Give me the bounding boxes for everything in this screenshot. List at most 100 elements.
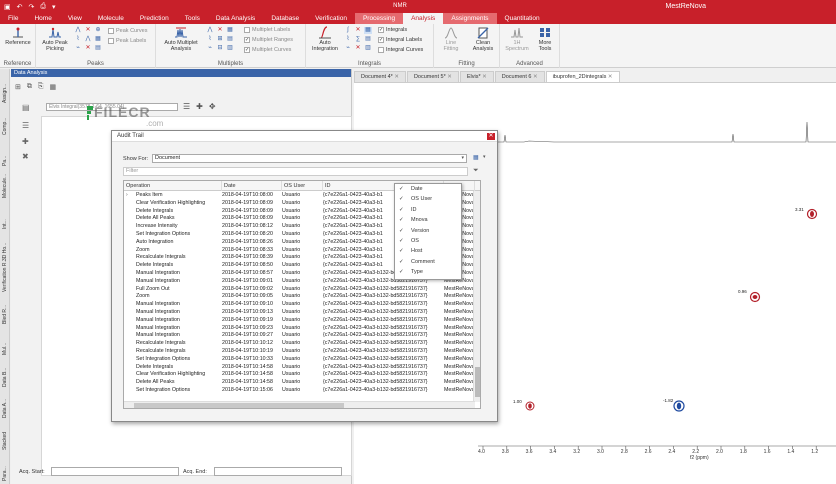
- integral-tool-icon[interactable]: ▦: [364, 27, 372, 34]
- close-icon[interactable]: ✕: [446, 74, 452, 80]
- close-icon[interactable]: ✕: [531, 74, 538, 80]
- integral-region[interactable]: [525, 401, 535, 411]
- column-header-date[interactable]: Date: [222, 181, 282, 191]
- column-menu-item[interactable]: ✓ Version: [395, 226, 461, 236]
- multiplet-tool-icon[interactable]: ▥: [226, 45, 234, 52]
- multiplet-delete-icon[interactable]: ✕: [216, 27, 224, 34]
- integral-region[interactable]: [749, 291, 761, 303]
- new-table-icon[interactable]: ⊞: [15, 83, 21, 91]
- peak-labels-check[interactable]: Peak Labels: [108, 38, 146, 44]
- integral-tool-icon[interactable]: ∑: [354, 36, 362, 43]
- table-row[interactable]: Delete All Peaks 2018-04-19T10:14:58 Usuar…: [124, 379, 480, 387]
- peak-delete-icon[interactable]: ✕: [84, 45, 92, 52]
- list-icon[interactable]: ☰: [22, 121, 29, 130]
- multiplet-tool-icon[interactable]: ⌇: [206, 36, 214, 43]
- scrollbar-thumb[interactable]: [134, 403, 344, 408]
- integral-region[interactable]: [673, 400, 685, 412]
- checkbox[interactable]: ✓: [244, 47, 250, 53]
- tab-molecule[interactable]: Molecule: [90, 13, 132, 24]
- table-row[interactable]: Full Zoom Out 2018-04-19T10:09:02 Usuario {…: [124, 286, 480, 294]
- integral-labels-check[interactable]: ✓ Integral Labels: [378, 37, 422, 43]
- peak-delete-icon[interactable]: ✕: [84, 27, 92, 34]
- column-menu-item[interactable]: ✓ Comment: [395, 257, 461, 267]
- chevron-down-icon[interactable]: ▾: [483, 154, 489, 160]
- tab-home[interactable]: Home: [26, 13, 59, 24]
- multiplet-ranges-check[interactable]: ✓ Multiplet Ranges: [244, 37, 293, 43]
- acq-end-field[interactable]: [214, 467, 342, 476]
- tab-file[interactable]: File: [0, 13, 26, 24]
- column-menu-item[interactable]: ✓ OS: [395, 236, 461, 246]
- table-row[interactable]: Set Integration Options 2018-04-19T10:10:…: [124, 356, 480, 364]
- checkbox[interactable]: [108, 38, 114, 44]
- peak-tool-icon[interactable]: ⌁: [74, 45, 82, 52]
- peak-tool-icon[interactable]: ⊕: [94, 27, 102, 34]
- tab-view[interactable]: View: [60, 13, 90, 24]
- integral-region[interactable]: [806, 208, 818, 220]
- table-row[interactable]: Manual Integration 2018-04-19T10:09:27 Usu…: [124, 332, 480, 340]
- peak-curves-check[interactable]: Peak Curves: [108, 28, 148, 34]
- qat-dropdown-icon[interactable]: ▾: [52, 3, 56, 11]
- table-row[interactable]: Manual Integration 2018-04-19T10:09:13 Usu…: [124, 309, 480, 317]
- tab-processing[interactable]: Processing: [354, 13, 404, 24]
- tab-tools[interactable]: Tools: [177, 13, 208, 24]
- scrollbar-thumb[interactable]: [475, 367, 480, 397]
- remove-icon[interactable]: ✖: [22, 152, 29, 161]
- close-icon[interactable]: ✕: [393, 74, 399, 80]
- tab-prediction[interactable]: Prediction: [132, 13, 177, 24]
- filter-icon[interactable]: ⏷: [473, 167, 479, 175]
- table-row[interactable]: Manual Integration 2018-04-19T10:09:23 Usu…: [124, 325, 480, 333]
- column-menu-item[interactable]: ✓ Mnova: [395, 215, 461, 225]
- document-tab[interactable]: Elvis* ✕: [459, 71, 494, 82]
- more-tools-button[interactable]: More Tools: [532, 26, 558, 52]
- vertical-scrollbar[interactable]: [473, 191, 480, 402]
- columns-icon[interactable]: ▦: [473, 154, 482, 162]
- multiplet-labels-check[interactable]: Multiplet Labels: [244, 27, 290, 33]
- integrals-check[interactable]: ✓ Integrals: [378, 27, 407, 33]
- peak-tool-icon[interactable]: ⋀: [84, 36, 92, 43]
- tab-assignments[interactable]: Assignments: [443, 13, 497, 24]
- chart-icon[interactable]: ▦: [49, 83, 56, 91]
- checkbox[interactable]: ✓: [378, 37, 384, 43]
- auto-peak-picking-button[interactable]: Auto Peak Picking: [38, 26, 72, 52]
- peak-tool-icon[interactable]: ▦: [94, 36, 102, 43]
- table-row[interactable]: Delete Integrals 2018-04-19T10:14:58 Usuar…: [124, 364, 480, 372]
- table-row[interactable]: Zoom 2018-04-19T10:09:05 Usuario {c7e226a1-…: [124, 293, 480, 301]
- table-row[interactable]: Set Integration Options 2018-04-19T10:15:…: [124, 387, 480, 395]
- table-icon[interactable]: ▤: [22, 103, 30, 112]
- tab-quantitation[interactable]: Quantitation: [497, 13, 548, 24]
- multiplet-tool-icon[interactable]: ▦: [226, 27, 234, 34]
- integral-tool-icon[interactable]: ⌁: [344, 45, 352, 52]
- table-row[interactable]: Recalculate Integrals 2018-04-19T10:10:12…: [124, 340, 480, 348]
- tab-data-analysis[interactable]: Data Analysis: [208, 13, 263, 24]
- column-menu-item[interactable]: ✓ Type: [395, 267, 461, 277]
- spectrum-button[interactable]: 1H Spectrum: [502, 26, 532, 52]
- tab-verification[interactable]: Verification: [307, 13, 355, 24]
- multiplet-curves-check[interactable]: ✓ Multiplet Curves: [244, 47, 291, 53]
- integral-delete-icon[interactable]: ✕: [354, 45, 362, 52]
- column-menu-item[interactable]: ✓ Host: [395, 246, 461, 256]
- multiplet-tool-icon[interactable]: ⌁: [206, 45, 214, 52]
- multiplet-tool-icon[interactable]: ⊟: [216, 45, 224, 52]
- integral-tool-icon[interactable]: ▥: [364, 45, 372, 52]
- checkbox[interactable]: ✓: [244, 37, 250, 43]
- clean-analysis-button[interactable]: Clean Analysis: [468, 26, 498, 52]
- checkbox[interactable]: [108, 28, 114, 34]
- save-icon[interactable]: ▣: [4, 3, 11, 11]
- add-icon[interactable]: ✚: [22, 137, 29, 146]
- export-icon[interactable]: ⎘: [38, 83, 44, 91]
- column-menu-item[interactable]: ✓ OS User: [395, 194, 461, 204]
- tab-analysis[interactable]: Analysis: [403, 13, 444, 24]
- document-tab[interactable]: ibuprofen_2Dintegrals ✕: [545, 71, 620, 82]
- multiplet-tool-icon[interactable]: ⊞: [216, 36, 224, 43]
- close-icon[interactable]: ✕: [481, 74, 487, 80]
- close-icon[interactable]: ✕: [487, 133, 495, 140]
- line-fitting-button[interactable]: Line Fitting: [436, 26, 466, 52]
- auto-integration-button[interactable]: Auto Integration: [308, 26, 342, 52]
- document-tab[interactable]: Document 4* ✕: [354, 71, 406, 82]
- table-row[interactable]: Manual Integration 2018-04-19T10:09:19 Usu…: [124, 317, 480, 325]
- integral-tool-icon[interactable]: ⌇: [344, 36, 352, 43]
- print-icon[interactable]: ⎙: [40, 3, 46, 11]
- integral-curves-check[interactable]: Integral Curves: [378, 47, 423, 53]
- reference-button[interactable]: Reference: [3, 26, 33, 46]
- close-icon[interactable]: ✕: [606, 74, 613, 80]
